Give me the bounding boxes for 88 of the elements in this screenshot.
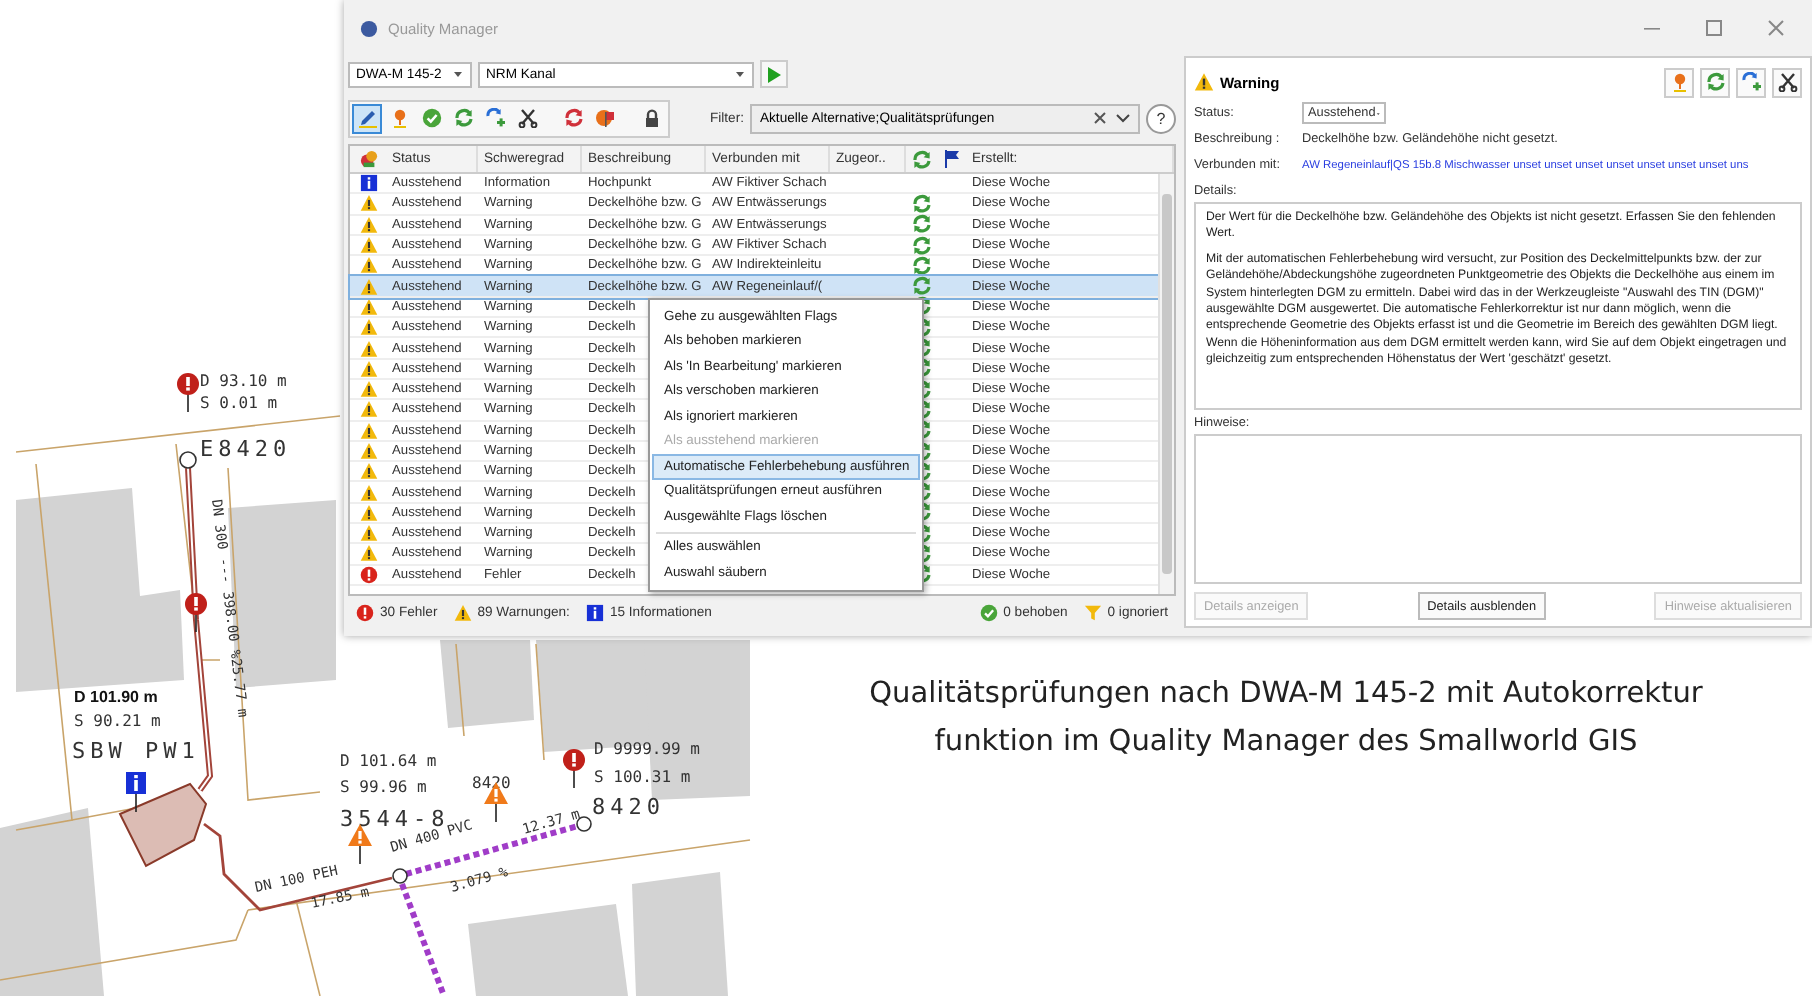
fix-arrows-icon [563,108,583,128]
maximize-icon[interactable] [1706,20,1722,36]
map-label: D 9999.99 m [594,740,700,758]
error-marker [177,373,199,412]
fix-arrows-icon [912,255,932,276]
map-label: 8420 [592,794,665,820]
scissors-icon [517,108,537,128]
warning-icon [359,421,377,440]
info-icon [585,603,604,621]
check-icon [421,108,441,128]
warning-icon [359,215,377,234]
map-label: E8420 [200,436,292,462]
warning-icon [359,400,377,419]
toolbar-button[interactable] [352,103,382,133]
manhole-drawing [118,782,208,868]
pin-icon [1669,72,1689,92]
node-symbol [392,868,408,884]
pencil-icon [357,108,377,128]
parcel-boundary [535,643,545,761]
map-label: S 99.96 m [340,778,427,796]
warning-marker [348,824,372,864]
caret-icon [734,68,746,80]
map-label: SBW PW1 [72,738,200,764]
error-marker [563,749,585,788]
fix-arrows-icon [912,276,932,297]
warning-icon [359,236,377,255]
building-shape [632,872,728,996]
map-label: 3544-8 [340,806,450,832]
arrows-icon [485,108,505,128]
toolbar-button[interactable] [1772,67,1802,97]
warning-icon [1194,72,1214,92]
warning-icon [359,194,377,213]
pin-icon [389,108,409,128]
map-label: 8420 [472,774,511,792]
map-label: S 90.21 m [74,712,161,730]
play-icon [766,65,782,83]
caption-text: Qualitätsprüfungen nach DWA-M 145-2 mit Autokorrektur [869,676,1703,714]
map-label: D 101.64 m [340,752,437,770]
map-label: S 0.01 m [200,394,278,412]
flag-icon [595,108,615,128]
warning-icon [359,503,377,522]
run-button[interactable] [760,60,788,88]
scrollbar[interactable] [1158,174,1174,594]
flag-icon [944,150,960,168]
warning-icon [359,256,377,275]
notes-field[interactable] [1194,434,1802,584]
map-label: D 93.10 m [200,372,287,390]
error-marker [185,593,207,632]
warning-icon [359,442,377,460]
error-icon [359,565,377,584]
warning-icon [359,359,377,378]
error-icon [356,603,374,621]
caret-icon [452,68,464,80]
parcel-boundary [455,643,465,737]
warning-icon [359,277,377,296]
scissors-icon [1777,72,1797,92]
warning-icon [359,483,377,502]
fix-arrows-icon [912,149,932,169]
caret-icon[interactable] [1116,112,1130,124]
fix-arrows-icon [453,108,473,128]
fix-arrows-icon [1705,72,1725,92]
arrows-icon [1741,72,1761,92]
info-marker [126,772,146,812]
check-icon [979,603,998,621]
close-icon[interactable] [1768,20,1784,36]
warning-icon [359,524,377,543]
warning-icon [359,318,377,337]
lock-icon [641,108,661,128]
clear-icon[interactable] [1094,112,1106,124]
map-label: D 101.90 m [74,688,158,706]
fix-arrows-icon [912,235,932,256]
fix-arrows-icon [912,193,932,214]
warning-icon [359,380,377,399]
warning-icon [359,297,377,316]
flags-icon [359,150,377,168]
warning-icon [359,462,377,481]
warning-icon [453,603,472,621]
app-icon [360,19,378,37]
building-shape [440,640,534,728]
funnel-icon [1083,603,1102,621]
fix-arrows-icon [912,214,932,235]
warning-icon [359,544,377,563]
node-symbol [576,816,592,832]
node-symbol [179,451,197,469]
warning-icon [359,339,377,358]
help-button[interactable]: ? [1146,103,1176,133]
map-label: S 100.31 m [594,768,691,786]
caption-text: funktion im Quality Manager des Smallworld GIS [934,724,1638,762]
